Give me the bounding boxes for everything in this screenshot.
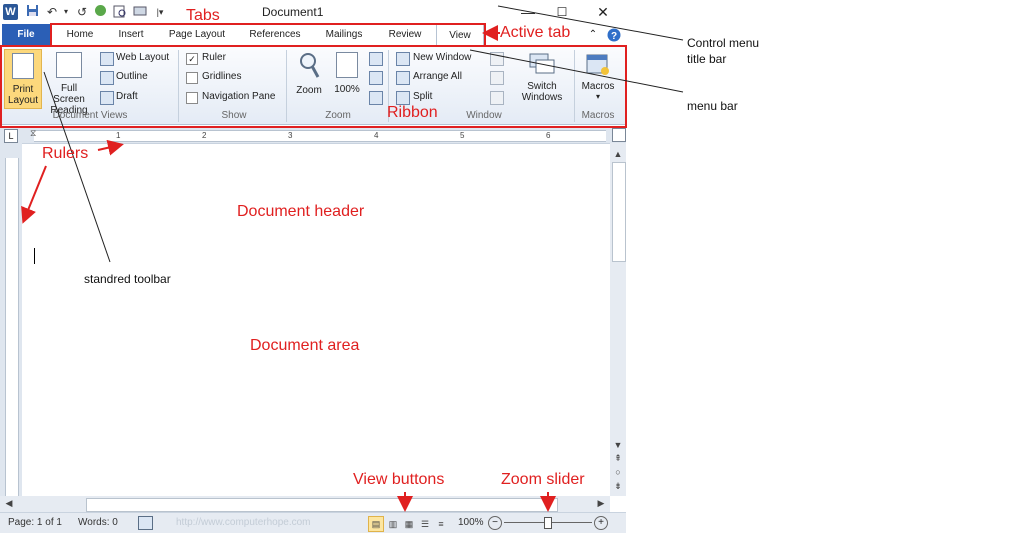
standard-toolbar-annotation: standred toolbar	[84, 272, 171, 286]
tabs-annotation: Tabs	[186, 7, 220, 24]
rulers-arrow-horizontal	[97, 139, 124, 156]
annotation-lines	[21, 5, 684, 512]
zoom-slider-annotation: Zoom slider	[501, 471, 585, 488]
menu-bar-pointer-line	[469, 49, 684, 93]
document-area-annotation: Document area	[250, 337, 360, 354]
control-menu-annotation: Control menu title bar	[687, 36, 760, 66]
menu-bar-annotation: menu bar	[687, 99, 738, 113]
toolbar-pointer-line	[43, 71, 111, 263]
active-tab-annotation: Active tab	[500, 24, 571, 41]
rulers-annotation: Rulers	[42, 145, 89, 162]
rulers-arrow-vertical	[21, 165, 47, 224]
document-header-annotation: Document header	[237, 203, 365, 220]
ribbon-annotation: Ribbon	[387, 104, 438, 121]
view-buttons-annotation: View buttons	[353, 471, 445, 488]
